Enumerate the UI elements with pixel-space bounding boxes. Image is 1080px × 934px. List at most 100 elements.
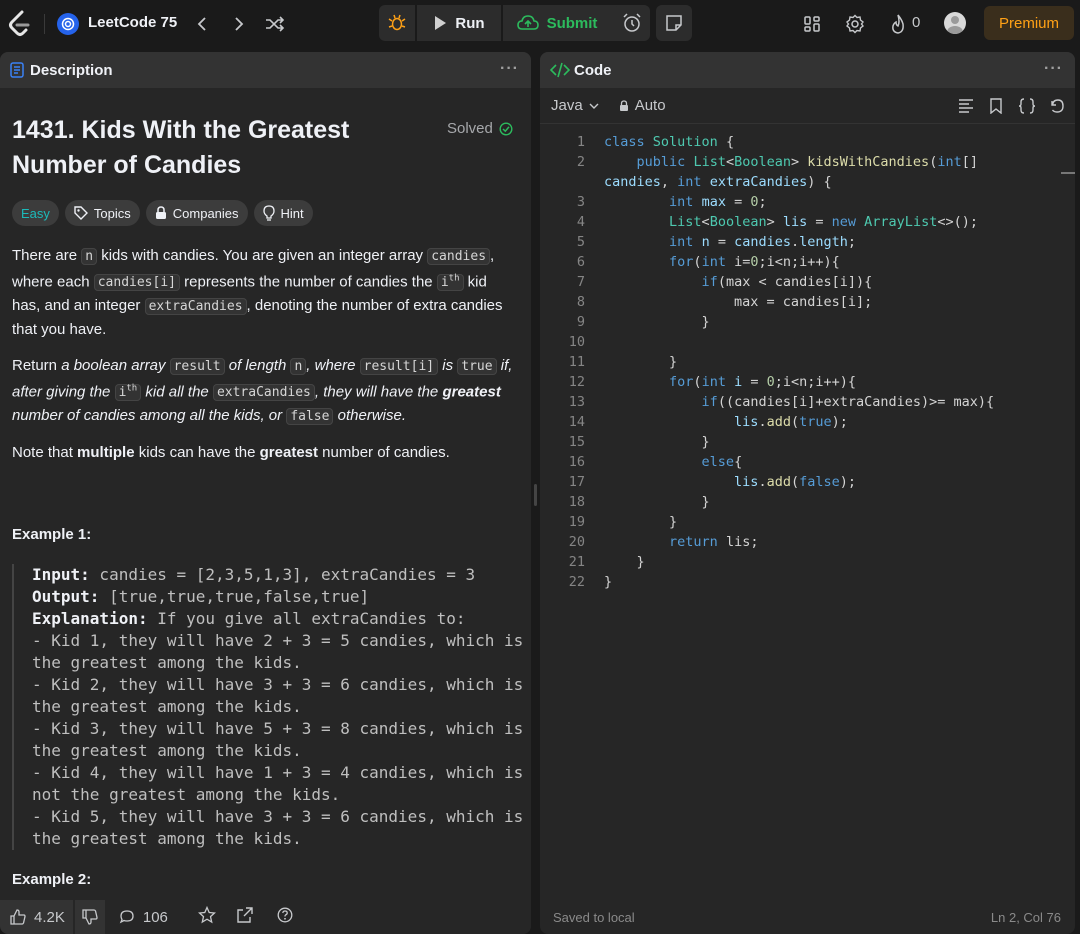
code-line[interactable]: 12 for(int i = 0;i<n;i++){	[540, 372, 1075, 392]
debug-button[interactable]	[379, 5, 415, 41]
document-icon	[10, 62, 24, 78]
code-line[interactable]: 7 if(max < candies[i]){	[540, 272, 1075, 292]
code-brackets-icon	[550, 62, 570, 78]
code-line[interactable]: candies, int extraCandies) {	[540, 172, 1075, 192]
code-line[interactable]: 14 lis.add(true);	[540, 412, 1075, 432]
premium-button[interactable]: Premium	[984, 6, 1074, 40]
code-line[interactable]: 6 for(int i=0;i<n;i++){	[540, 252, 1075, 272]
difficulty-badge[interactable]: Easy	[12, 200, 59, 226]
help-icon[interactable]	[277, 907, 293, 927]
code-line[interactable]: 20 return lis;	[540, 532, 1075, 552]
lock-icon	[619, 99, 628, 111]
favorite-star-icon[interactable]	[197, 905, 216, 928]
code-tab[interactable]: Code ···	[540, 52, 1075, 88]
code-line[interactable]: 16 else{	[540, 452, 1075, 472]
solved-label: Solved	[447, 120, 493, 137]
run-submit-toolbar: Run Submit	[379, 5, 649, 41]
more-options-icon[interactable]: ···	[500, 60, 519, 78]
lightbulb-icon	[262, 205, 275, 221]
problem-title: 1431. Kids With the Greatest Number of C…	[12, 113, 412, 183]
example-1-block: Input: candies = [2,3,5,1,3], extraCandi…	[12, 564, 523, 850]
comment-icon	[119, 910, 134, 924]
description-footer: 4.2K 106	[0, 900, 531, 934]
code-line[interactable]: 4 List<Boolean> lis = new ArrayList<>();	[540, 212, 1075, 232]
solved-status: Solved	[447, 120, 513, 137]
bug-icon	[388, 14, 406, 31]
code-line[interactable]: 10	[540, 332, 1075, 352]
curly-braces-icon[interactable]	[1018, 98, 1036, 118]
comment-count: 106	[142, 908, 168, 926]
code-line[interactable]: 3 int max = 0;	[540, 192, 1075, 212]
share-icon[interactable]	[237, 907, 253, 927]
lock-icon	[155, 206, 166, 219]
description-panel: Description ··· 1431. Kids With the Grea…	[0, 52, 531, 934]
thumbs-down-icon	[82, 909, 98, 925]
example-2-heading: Example 2:	[12, 871, 92, 888]
format-code-icon[interactable]	[958, 99, 974, 117]
description-paragraph-3: Note that multiple kids can have the gre…	[12, 444, 450, 461]
code-line[interactable]: 18 }	[540, 492, 1075, 512]
leetcode-logo-icon[interactable]	[8, 10, 32, 38]
streak-fire-icon[interactable]	[886, 12, 910, 36]
streak-count: 0	[912, 14, 921, 31]
play-icon	[435, 16, 447, 30]
like-button[interactable]: 4.2K	[0, 900, 73, 934]
title-line-2: Number of Candies	[12, 151, 242, 179]
code-panel: Code ··· Java Auto 1 class Solution { 2 p…	[540, 52, 1075, 934]
study-plan-icon[interactable]	[57, 13, 79, 35]
code-line[interactable]: 9 }	[540, 312, 1075, 332]
saved-status: Saved to local	[553, 909, 635, 925]
next-problem-icon[interactable]	[227, 12, 251, 36]
hint-button[interactable]: Hint	[253, 200, 313, 226]
submit-button[interactable]: Submit	[503, 5, 611, 41]
language-label: Java	[551, 97, 583, 114]
description-tab[interactable]: Description ···	[0, 52, 531, 88]
layout-grid-icon[interactable]	[800, 12, 824, 36]
description-paragraph-2: Return a boolean array result of length …	[12, 357, 513, 426]
timer-button[interactable]	[614, 5, 650, 41]
code-line[interactable]: 11 }	[540, 352, 1075, 372]
language-select[interactable]: Java	[551, 97, 599, 114]
run-label: Run	[455, 14, 485, 32]
code-line[interactable]: 1 class Solution {	[540, 132, 1075, 152]
panel-resize-handle[interactable]	[534, 484, 537, 506]
problem-list-title[interactable]: LeetCode 75	[88, 14, 177, 31]
cursor-position: Ln 2, Col 76	[990, 909, 1061, 925]
settings-gear-icon[interactable]	[843, 12, 867, 36]
shuffle-icon[interactable]	[263, 12, 287, 36]
topics-button[interactable]: Topics	[64, 200, 140, 226]
code-line[interactable]: 19 }	[540, 512, 1075, 532]
code-line[interactable]: 8 max = candies[i];	[540, 292, 1075, 312]
check-circle-icon	[499, 121, 513, 136]
user-avatar[interactable]	[944, 12, 966, 34]
code-line[interactable]: 21 }	[540, 552, 1075, 572]
code-line[interactable]: 17 lis.add(false);	[540, 472, 1075, 492]
companies-label: Companies	[172, 205, 239, 221]
prev-problem-icon[interactable]	[190, 12, 214, 36]
reset-code-icon[interactable]	[1049, 98, 1065, 118]
tag-icon	[74, 206, 88, 220]
comments-button[interactable]: 106	[119, 909, 168, 926]
code-line[interactable]: 15 }	[540, 432, 1075, 452]
code-line[interactable]: 13 if((candies[i]+extraCandies)>= max){	[540, 392, 1075, 412]
notes-button[interactable]	[656, 5, 692, 41]
autocomplete-label: Auto	[634, 97, 666, 114]
nav-divider	[44, 14, 45, 34]
dislike-button[interactable]	[74, 900, 105, 934]
run-button[interactable]: Run	[417, 5, 501, 41]
bookmark-icon[interactable]	[990, 98, 1002, 118]
editor-status-bar: Saved to local Ln 2, Col 76	[540, 900, 1075, 934]
autocomplete-toggle[interactable]: Auto	[619, 97, 666, 114]
code-line[interactable]: 5 int n = candies.length;	[540, 232, 1075, 252]
code-line[interactable]: 2 public List<Boolean> kidsWithCandies(i…	[540, 152, 1075, 172]
more-options-icon[interactable]: ···	[1044, 60, 1063, 78]
description-tab-label: Description	[30, 61, 113, 79]
scrollbar-thumb[interactable]	[1061, 172, 1075, 174]
code-line[interactable]: 22}	[540, 572, 1075, 592]
description-paragraph-1: There are n kids with candies. You are g…	[12, 247, 503, 339]
code-editor[interactable]: 1 class Solution { 2 public List<Boolean>…	[540, 132, 1075, 592]
note-icon	[666, 15, 682, 31]
companies-button[interactable]: Companies	[145, 200, 248, 226]
title-line-1: 1431. Kids With the Greatest	[12, 116, 350, 144]
cloud-upload-icon	[516, 15, 539, 30]
